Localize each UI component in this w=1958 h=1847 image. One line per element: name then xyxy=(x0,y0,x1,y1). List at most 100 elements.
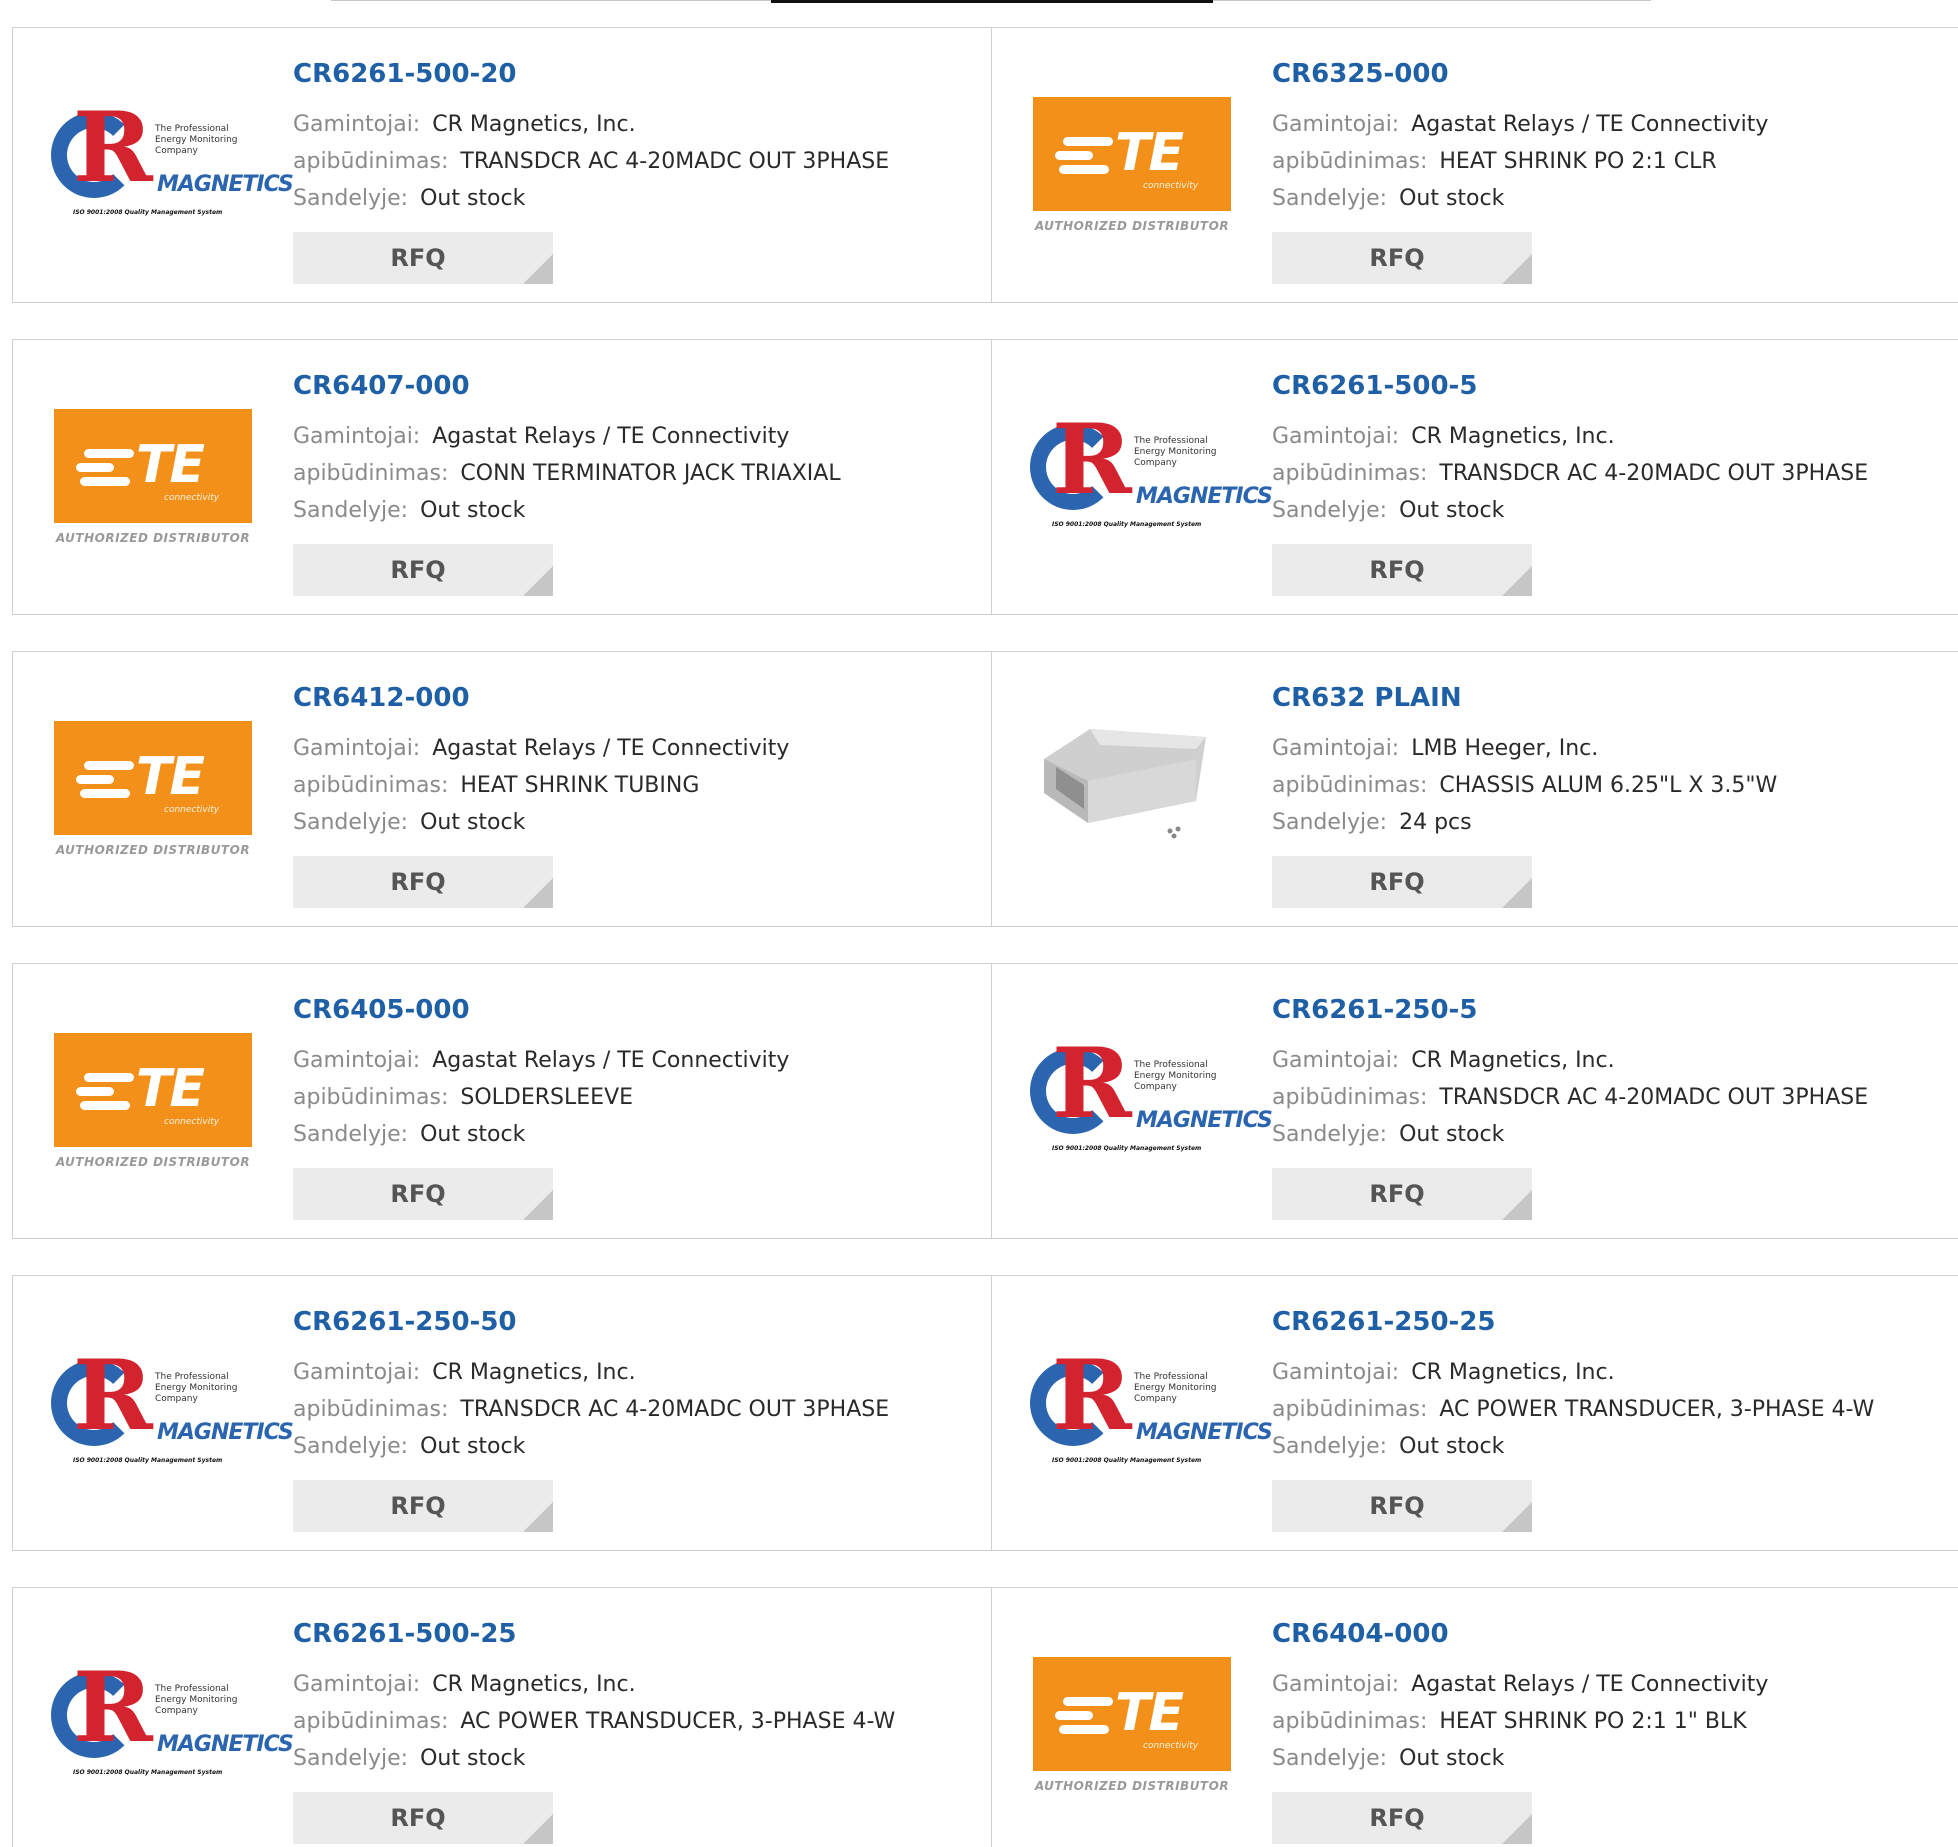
product-logo[interactable]: TE connectivity AUTHORIZED DISTRIBUTOR xyxy=(992,28,1272,302)
description-label: apibūdinimas: xyxy=(293,1709,449,1734)
part-number-link[interactable]: CR6412-000 xyxy=(293,683,789,730)
manufacturer-value: CR Magnetics, Inc. xyxy=(432,1672,636,1697)
description-value: TRANSDCR AC 4-20MADC OUT 3PHASE xyxy=(1439,461,1869,486)
manufacturer-line: Gamintojai: CR Magnetics, Inc. xyxy=(293,1354,889,1391)
part-number-link[interactable]: CR6261-250-25 xyxy=(1272,1307,1874,1354)
rfq-button[interactable]: RFQ xyxy=(293,544,553,596)
product-logo[interactable]: R The Professional Energy Monitoring Com… xyxy=(13,1588,294,1847)
manufacturer-label: Gamintojai: xyxy=(293,1360,421,1385)
stock-line: Sandelyje: Out stock xyxy=(293,1116,789,1153)
rfq-label: RFQ xyxy=(1369,1492,1425,1520)
part-number-link[interactable]: CR6261-250-50 xyxy=(293,1307,889,1354)
rfq-button[interactable]: RFQ xyxy=(293,1480,553,1532)
description-value: TRANSDCR AC 4-20MADC OUT 3PHASE xyxy=(1439,1085,1869,1110)
rfq-button[interactable]: RFQ xyxy=(1272,544,1532,596)
description-line: apibūdinimas: HEAT SHRINK PO 2:1 CLR xyxy=(1272,143,1768,180)
product-logo[interactable]: TE connectivity AUTHORIZED DISTRIBUTOR xyxy=(13,964,293,1238)
stock-value: Out stock xyxy=(1399,1746,1505,1771)
part-number-link[interactable]: CR6261-500-5 xyxy=(1272,371,1868,418)
corner-triangle-icon xyxy=(523,1814,553,1844)
stock-label: Sandelyje: xyxy=(1272,498,1388,523)
rfq-button[interactable]: RFQ xyxy=(1272,1792,1532,1844)
stock-line: Sandelyje: Out stock xyxy=(293,1740,895,1777)
product-info: CR6412-000 Gamintojai: Agastat Relays / T… xyxy=(293,652,789,926)
description-line: apibūdinimas: AC POWER TRANSDUCER, 3-PHAS… xyxy=(1272,1391,1874,1428)
description-label: apibūdinimas: xyxy=(293,1085,449,1110)
part-number-link[interactable]: CR6405-000 xyxy=(293,995,789,1042)
product-card: R The Professional Energy Monitoring Com… xyxy=(991,964,1958,1238)
description-value: CONN TERMINATOR JACK TRIAXIAL xyxy=(460,461,841,486)
manufacturer-label: Gamintojai: xyxy=(293,424,421,449)
product-logo[interactable] xyxy=(992,652,1272,926)
stock-line: Sandelyje: Out stock xyxy=(293,804,789,841)
rfq-button[interactable]: RFQ xyxy=(1272,1168,1532,1220)
rfq-label: RFQ xyxy=(1369,868,1425,896)
manufacturer-line: Gamintojai: Agastat Relays / TE Connectiv… xyxy=(293,418,841,455)
product-card: R The Professional Energy Monitoring Com… xyxy=(13,1276,991,1550)
part-number-link[interactable]: CR6407-000 xyxy=(293,371,841,418)
part-number-link[interactable]: CR6325-000 xyxy=(1272,59,1768,106)
part-number-link[interactable]: CR6404-000 xyxy=(1272,1619,1768,1666)
cr-magnetics-logo: R The Professional Energy Monitoring Com… xyxy=(51,100,294,224)
product-logo[interactable]: R The Professional Energy Monitoring Com… xyxy=(13,1276,294,1550)
description-line: apibūdinimas: HEAT SHRINK PO 2:1 1" BLK xyxy=(1272,1703,1768,1740)
part-number-link[interactable]: CR632 PLAIN xyxy=(1272,683,1777,730)
product-logo[interactable]: R The Professional Energy Monitoring Com… xyxy=(992,964,1273,1238)
description-label: apibūdinimas: xyxy=(1272,461,1428,486)
stock-value: 24 pcs xyxy=(1399,810,1472,835)
description-line: apibūdinimas: TRANSDCR AC 4-20MADC OUT 3P… xyxy=(1272,1079,1868,1116)
description-label: apibūdinimas: xyxy=(1272,1085,1428,1110)
corner-triangle-icon xyxy=(1502,1502,1532,1532)
description-value: AC POWER TRANSDUCER, 3-PHASE 4-W xyxy=(1439,1397,1875,1422)
rfq-button[interactable]: RFQ xyxy=(293,232,553,284)
stock-label: Sandelyje: xyxy=(1272,186,1388,211)
rfq-label: RFQ xyxy=(390,1180,446,1208)
corner-triangle-icon xyxy=(523,878,553,908)
manufacturer-value: LMB Heeger, Inc. xyxy=(1411,736,1599,761)
stock-value: Out stock xyxy=(420,1122,526,1147)
product-row: TE connectivity AUTHORIZED DISTRIBUTOR C… xyxy=(12,963,1958,1239)
manufacturer-value: Agastat Relays / TE Connectivity xyxy=(432,1048,790,1073)
rfq-button[interactable]: RFQ xyxy=(1272,1480,1532,1532)
part-number-link[interactable]: CR6261-500-20 xyxy=(293,59,889,106)
rfq-button[interactable]: RFQ xyxy=(293,856,553,908)
stock-line: Sandelyje: Out stock xyxy=(1272,1116,1868,1153)
part-number-link[interactable]: CR6261-500-25 xyxy=(293,1619,895,1666)
product-info: CR6325-000 Gamintojai: Agastat Relays / T… xyxy=(1272,28,1768,302)
rfq-button[interactable]: RFQ xyxy=(293,1792,553,1844)
manufacturer-line: Gamintojai: Agastat Relays / TE Connectiv… xyxy=(1272,106,1768,143)
manufacturer-line: Gamintojai: CR Magnetics, Inc. xyxy=(1272,418,1868,455)
product-logo[interactable]: R The Professional Energy Monitoring Com… xyxy=(992,340,1273,614)
description-line: apibūdinimas: SOLDERSLEEVE xyxy=(293,1079,789,1116)
product-row: R The Professional Energy Monitoring Com… xyxy=(12,27,1958,303)
rfq-button[interactable]: RFQ xyxy=(293,1168,553,1220)
manufacturer-label: Gamintojai: xyxy=(1272,424,1400,449)
product-logo[interactable]: TE connectivity AUTHORIZED DISTRIBUTOR xyxy=(992,1588,1272,1847)
product-info: CR6261-250-50 Gamintojai: CR Magnetics, I… xyxy=(293,1276,889,1550)
product-card: TE connectivity AUTHORIZED DISTRIBUTOR C… xyxy=(13,964,991,1238)
description-label: apibūdinimas: xyxy=(293,461,449,486)
te-connectivity-logo: TE connectivity AUTHORIZED DISTRIBUTOR xyxy=(53,409,253,545)
product-card: R The Professional Energy Monitoring Com… xyxy=(13,28,991,302)
product-logo[interactable]: R The Professional Energy Monitoring Com… xyxy=(13,28,294,302)
manufacturer-value: Agastat Relays / TE Connectivity xyxy=(1411,1672,1769,1697)
product-card: CR632 PLAIN Gamintojai: LMB Heeger, Inc. … xyxy=(991,652,1958,926)
description-value: TRANSDCR AC 4-20MADC OUT 3PHASE xyxy=(460,1397,890,1422)
description-value: HEAT SHRINK TUBING xyxy=(460,773,700,798)
product-logo[interactable]: R The Professional Energy Monitoring Com… xyxy=(992,1276,1273,1550)
product-row: R The Professional Energy Monitoring Com… xyxy=(12,1275,1958,1551)
rfq-label: RFQ xyxy=(390,556,446,584)
rfq-label: RFQ xyxy=(1369,1804,1425,1832)
product-card: R The Professional Energy Monitoring Com… xyxy=(13,1588,991,1847)
product-logo[interactable]: TE connectivity AUTHORIZED DISTRIBUTOR xyxy=(13,652,293,926)
part-number-link[interactable]: CR6261-250-5 xyxy=(1272,995,1868,1042)
rfq-button[interactable]: RFQ xyxy=(1272,856,1532,908)
product-logo[interactable]: TE connectivity AUTHORIZED DISTRIBUTOR xyxy=(13,340,293,614)
description-line: apibūdinimas: CONN TERMINATOR JACK TRIAXI… xyxy=(293,455,841,492)
product-info: CR6261-500-25 Gamintojai: CR Magnetics, I… xyxy=(293,1588,895,1847)
rfq-button[interactable]: RFQ xyxy=(1272,232,1532,284)
stock-label: Sandelyje: xyxy=(293,498,409,523)
manufacturer-value: Agastat Relays / TE Connectivity xyxy=(432,424,790,449)
manufacturer-label: Gamintojai: xyxy=(1272,1672,1400,1697)
description-line: apibūdinimas: CHASSIS ALUM 6.25"L X 3.5"W xyxy=(1272,767,1777,804)
